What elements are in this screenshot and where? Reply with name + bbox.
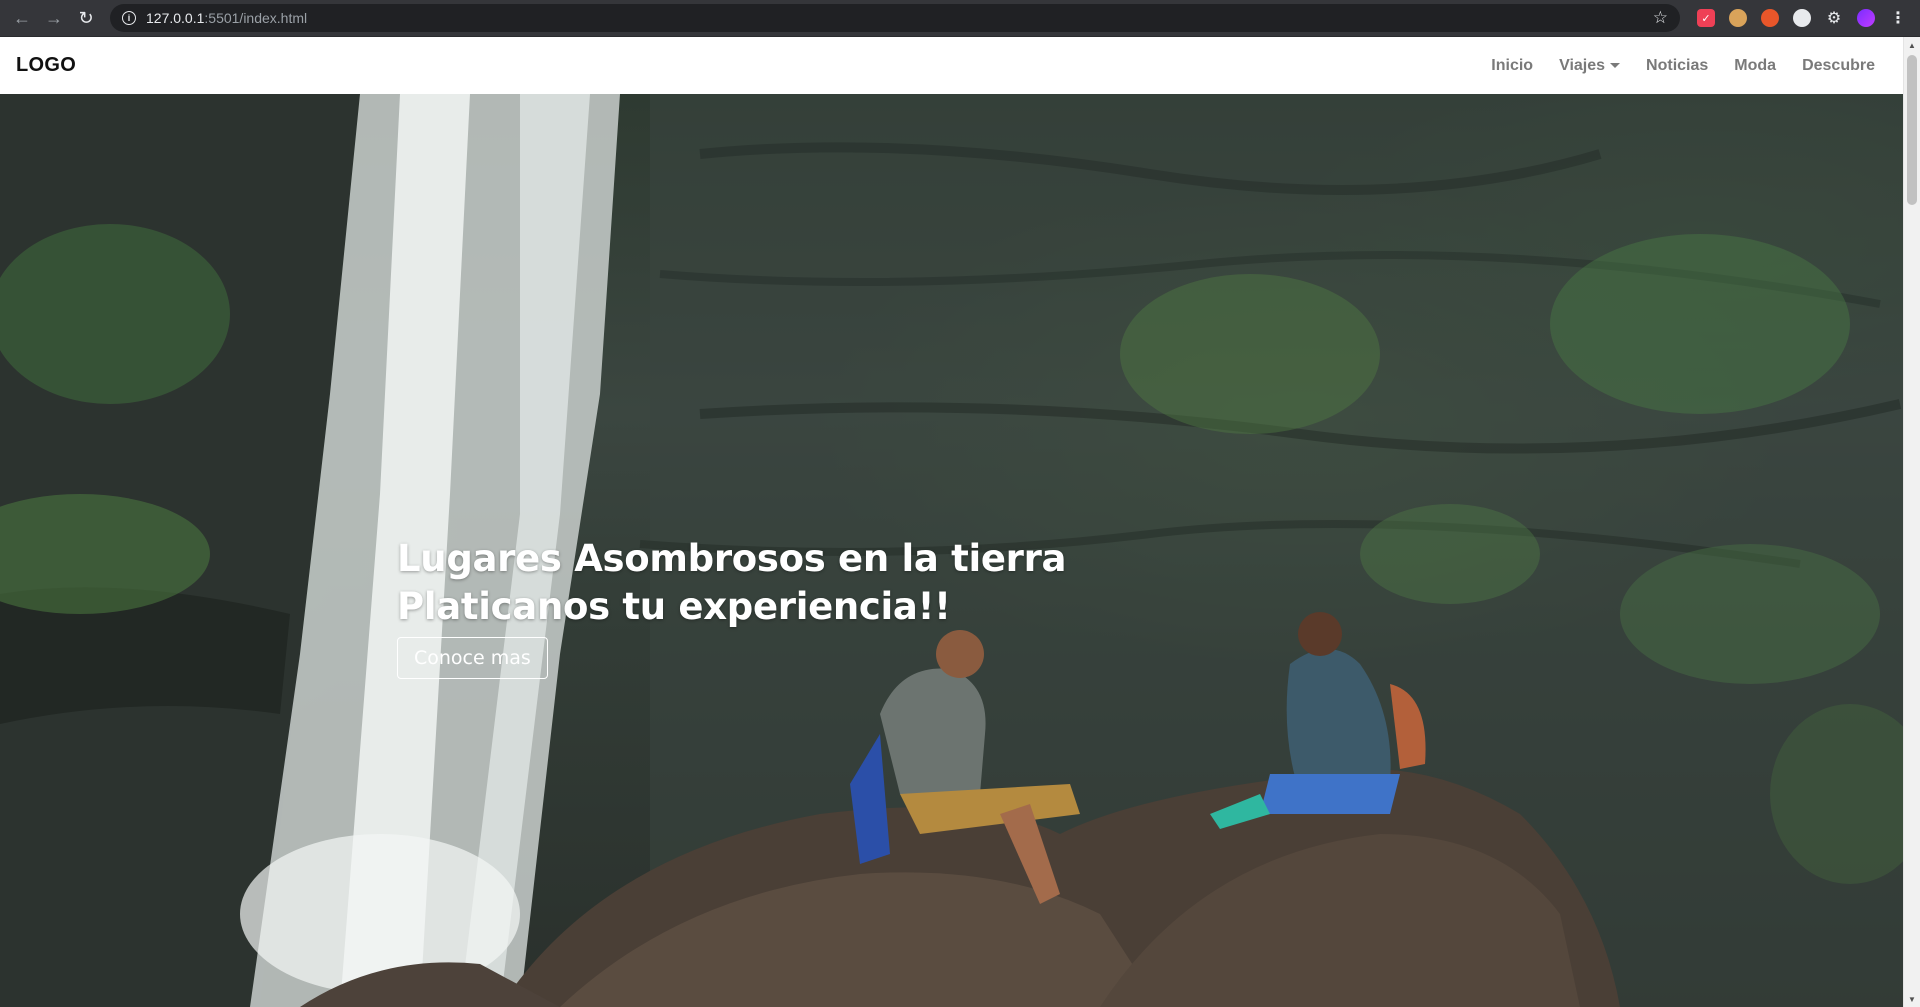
browser-toolbar: ← → ↻ i 127.0.0.1:5501/index.html ☆ ✓ ⚙ …	[0, 0, 1920, 37]
brand-logo[interactable]: LOGO	[16, 54, 76, 77]
nav-link-inicio[interactable]: Inicio	[1491, 57, 1533, 75]
info-icon[interactable]: i	[122, 11, 136, 25]
nav-link-moda[interactable]: Moda	[1734, 57, 1776, 75]
profile-icon[interactable]	[1857, 9, 1875, 27]
nav-link-viajes[interactable]: Viajes	[1559, 56, 1621, 75]
url-path: :5501/index.html	[204, 10, 308, 26]
hero-title: Lugares Asombrosos en la tierra Platican…	[397, 535, 1067, 631]
nav-links: Inicio Viajes Noticias Moda Descubre	[1465, 57, 1875, 75]
address-bar[interactable]: i 127.0.0.1:5501/index.html ☆	[110, 4, 1680, 32]
puzzle-icon[interactable]: ⚙	[1825, 9, 1843, 27]
nav-link-noticias[interactable]: Noticias	[1646, 57, 1708, 75]
hero-title-line-1: Lugares Asombrosos en la tierra	[397, 537, 1067, 580]
back-icon[interactable]: ←	[8, 4, 36, 32]
hero-content: Lugares Asombrosos en la tierra Platican…	[397, 535, 1067, 679]
star-icon[interactable]: ☆	[1653, 8, 1668, 28]
fox-icon[interactable]	[1761, 9, 1779, 27]
reload-icon[interactable]: ↻	[72, 4, 100, 32]
vertical-scrollbar[interactable]: ▲ ▼	[1903, 37, 1920, 1007]
nav-link-viajes-label: Viajes	[1559, 56, 1606, 74]
nav-link-descubre[interactable]: Descubre	[1802, 57, 1875, 75]
extensions-tray: ✓ ⚙ ⋮	[1690, 9, 1914, 27]
page-viewport: LOGO Inicio Viajes Noticias Moda Descubr…	[0, 37, 1903, 1007]
menu-icon[interactable]: ⋮	[1889, 9, 1907, 27]
pocket-icon[interactable]: ✓	[1697, 9, 1715, 27]
caret-down-icon	[1610, 63, 1621, 68]
conoce-mas-button[interactable]: Conoce mas	[397, 637, 548, 679]
hero-section: Lugares Asombrosos en la tierra Platican…	[0, 94, 1903, 1007]
url-host: 127.0.0.1	[146, 10, 205, 26]
cookie-icon[interactable]	[1729, 9, 1747, 27]
hero-title-line-2: Platicanos tu experiencia!!	[397, 585, 951, 628]
site-navbar: LOGO Inicio Viajes Noticias Moda Descubr…	[0, 37, 1903, 94]
scroll-up-icon[interactable]: ▲	[1904, 37, 1920, 53]
scroll-down-icon[interactable]: ▼	[1904, 991, 1920, 1007]
scroll-thumb[interactable]	[1907, 55, 1917, 205]
forward-icon[interactable]: →	[40, 4, 68, 32]
circle-extension-icon[interactable]	[1793, 9, 1811, 27]
